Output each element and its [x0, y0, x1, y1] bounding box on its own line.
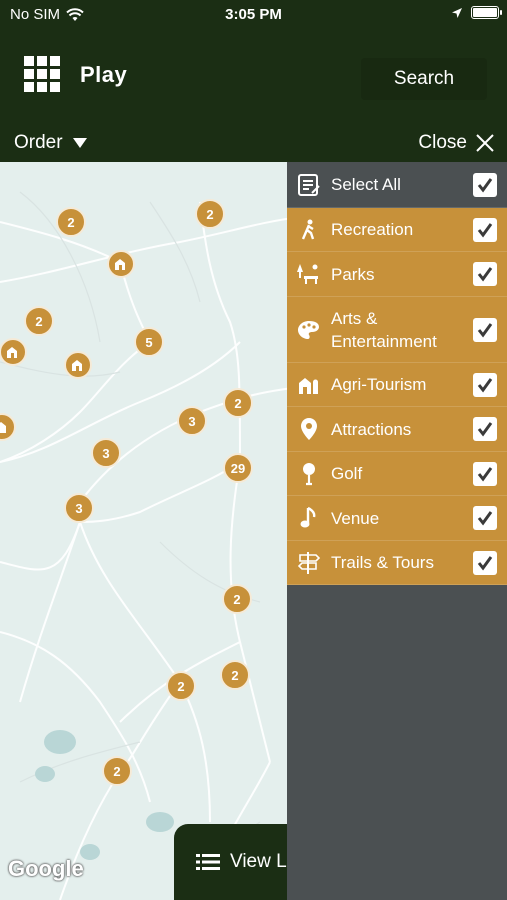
select-all-label: Select All — [331, 175, 401, 194]
category-row-recreation[interactable]: Recreation — [287, 208, 507, 252]
map-cluster[interactable]: 3 — [91, 438, 121, 468]
park-icon — [297, 264, 318, 284]
category-row-golf[interactable]: Golf — [287, 452, 507, 496]
close-label: Close — [418, 132, 467, 153]
hiker-icon — [301, 219, 315, 239]
category-checkbox[interactable] — [473, 372, 497, 397]
category-label: Recreation — [331, 220, 414, 239]
map-cluster[interactable]: 29 — [223, 453, 253, 483]
status-time: 3:05 PM — [225, 6, 282, 23]
order-label: Order — [14, 132, 63, 153]
farm-icon[interactable] — [64, 351, 92, 379]
list-edit-icon — [298, 173, 320, 196]
map-cluster[interactable]: 5 — [134, 327, 164, 357]
music-note-icon — [300, 506, 316, 528]
category-checkbox[interactable] — [473, 550, 497, 575]
grid-menu-icon[interactable] — [24, 56, 60, 92]
checkmark-icon — [477, 222, 493, 237]
select-all-row[interactable]: Select All — [287, 162, 507, 208]
checkmark-icon — [477, 177, 493, 192]
close-button[interactable]: Close — [418, 132, 495, 154]
map-cluster[interactable]: 2 — [24, 306, 54, 336]
map-cluster[interactable]: 2 — [195, 199, 225, 229]
farm-icon — [299, 377, 318, 394]
checkmark-icon — [477, 511, 493, 526]
category-row-venue[interactable]: Venue — [287, 496, 507, 541]
category-label: Trails & Tours — [331, 553, 434, 572]
location-arrow-icon — [452, 7, 462, 18]
category-checkbox[interactable] — [473, 506, 497, 530]
app-header: No SIM 3:05 PM Play Search Order Close — [0, 0, 507, 162]
category-filter-panel: Select All Recreation Parks Arts & Enter… — [287, 162, 507, 900]
map-cluster[interactable]: 3 — [64, 493, 94, 523]
category-row-parks[interactable]: Parks — [287, 252, 507, 297]
page-title: Play — [80, 62, 128, 87]
category-label: Agri-Tourism — [331, 375, 427, 394]
palette-icon — [298, 320, 319, 339]
category-label: Venue — [331, 508, 380, 528]
category-checkbox[interactable] — [473, 317, 497, 342]
map-cluster[interactable]: 2 — [56, 207, 86, 237]
list-icon — [196, 854, 220, 870]
category-label: Attractions — [331, 419, 412, 439]
category-row-attractions[interactable]: Attractions — [287, 407, 507, 452]
category-row-trails[interactable]: Trails & Tours — [287, 541, 507, 585]
checkmark-icon — [477, 555, 493, 570]
signpost-icon — [297, 551, 321, 574]
map-cluster[interactable]: 2 — [166, 671, 196, 701]
category-checkbox[interactable] — [473, 262, 497, 286]
map-cluster[interactable]: 2 — [223, 388, 253, 418]
google-logo: Google — [8, 856, 84, 881]
order-dropdown[interactable]: Order — [14, 132, 87, 154]
category-label: Golf — [331, 464, 363, 483]
view-list-label: View L — [230, 851, 287, 872]
close-icon — [476, 134, 494, 152]
map-cluster[interactable]: 2 — [220, 660, 250, 690]
map-pin-icon — [301, 418, 317, 440]
category-row-arts[interactable]: Arts & Entertainment — [287, 297, 507, 363]
checkmark-icon — [477, 466, 493, 481]
map-cluster[interactable]: 2 — [102, 756, 132, 786]
category-row-agri-tourism[interactable]: Agri-Tourism — [287, 363, 507, 407]
checkmark-icon — [477, 322, 493, 337]
map-cluster[interactable]: 2 — [222, 584, 252, 614]
status-bar: No SIM 3:05 PM — [0, 0, 507, 30]
farm-icon[interactable] — [0, 338, 27, 366]
checkmark-icon — [477, 422, 493, 437]
category-label: Parks — [331, 264, 375, 284]
checkmark-icon — [477, 267, 493, 282]
select-all-checkbox[interactable] — [473, 172, 497, 197]
category-checkbox[interactable] — [473, 217, 497, 242]
search-button[interactable]: Search — [361, 58, 487, 100]
category-checkbox[interactable] — [473, 417, 497, 441]
battery-icon — [471, 6, 502, 19]
category-label: Arts & Entertainment — [331, 308, 437, 351]
checkmark-icon — [477, 377, 493, 392]
farm-icon[interactable] — [107, 250, 135, 278]
map-cluster[interactable]: 3 — [177, 406, 207, 436]
triangle-down-icon — [72, 138, 87, 148]
golf-icon — [303, 462, 315, 485]
category-checkbox[interactable] — [473, 461, 497, 486]
